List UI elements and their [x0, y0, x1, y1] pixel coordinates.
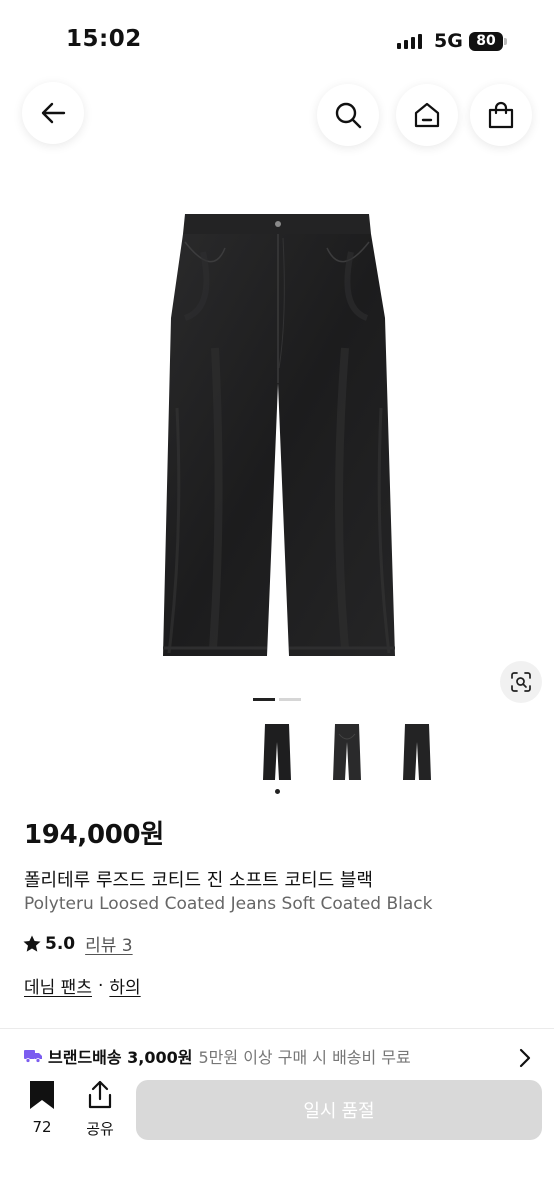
shopping-bag-icon — [488, 101, 514, 129]
review-link[interactable]: 리뷰 3 — [85, 931, 133, 956]
product-page: 15:02 5G 80 194,000원 폴리테루 루즈드 코티드 진 소프트 … — [0, 0, 554, 1200]
thumbnail-selected-dot — [275, 789, 280, 794]
thumbnail-3[interactable] — [402, 724, 432, 780]
category-link-bottoms[interactable]: 하의 — [109, 973, 140, 998]
bookmark-icon — [30, 1081, 54, 1109]
bookmark-button[interactable]: 72 — [22, 1080, 62, 1136]
signal-icon — [397, 34, 422, 49]
thumbnail-2[interactable] — [332, 724, 362, 780]
shipping-note: 5만원 이상 구매 시 배송비 무료 — [198, 1048, 411, 1067]
star-icon — [23, 935, 41, 952]
shipping-row[interactable]: 브랜드배송 3,000원 5만원 이상 구매 시 배송비 무료 — [24, 1044, 411, 1068]
battery-tip — [504, 38, 507, 45]
page-indicator-active — [253, 698, 275, 701]
home-button[interactable] — [396, 84, 458, 146]
share-button[interactable]: 공유 — [80, 1080, 120, 1139]
share-icon — [88, 1080, 112, 1109]
search-icon — [335, 102, 362, 129]
rating-row: 5.0 리뷰 3 — [22, 931, 133, 956]
truck-icon — [24, 1050, 42, 1063]
network-label: 5G — [434, 30, 463, 52]
share-label: 공유 — [86, 1120, 114, 1138]
buy-button-sold-out[interactable]: 일시 품절 — [136, 1080, 542, 1140]
product-name-english: Polyteru Loosed Coated Jeans Soft Coated… — [24, 894, 433, 914]
chevron-right-icon[interactable] — [516, 1048, 534, 1068]
home-icon — [414, 102, 440, 128]
back-button[interactable] — [22, 82, 84, 144]
status-time: 15:02 — [66, 26, 142, 52]
category-link-denim-pants[interactable]: 데님 팬츠 — [24, 973, 92, 998]
bookmark-count: 72 — [32, 1118, 52, 1136]
shipping-label: 브랜드배송 3,000원 — [48, 1048, 193, 1067]
product-price: 194,000원 — [24, 820, 164, 850]
page-indicator — [279, 698, 301, 701]
rating-score: 5.0 — [45, 933, 76, 954]
category-separator: · — [97, 975, 104, 996]
product-image[interactable] — [155, 208, 401, 664]
section-divider — [0, 1028, 554, 1029]
category-breadcrumb: 데님 팬츠 · 하의 — [24, 973, 141, 999]
visual-search-button[interactable] — [500, 661, 542, 703]
visual-search-icon — [511, 672, 531, 692]
thumbnail-1[interactable] — [262, 724, 292, 780]
product-name-korean: 폴리테루 루즈드 코티드 진 소프트 코티드 블랙 — [24, 870, 373, 891]
search-button[interactable] — [317, 84, 379, 146]
arrow-left-icon — [41, 102, 66, 124]
cart-button[interactable] — [470, 84, 532, 146]
battery-icon: 80 — [469, 32, 503, 51]
